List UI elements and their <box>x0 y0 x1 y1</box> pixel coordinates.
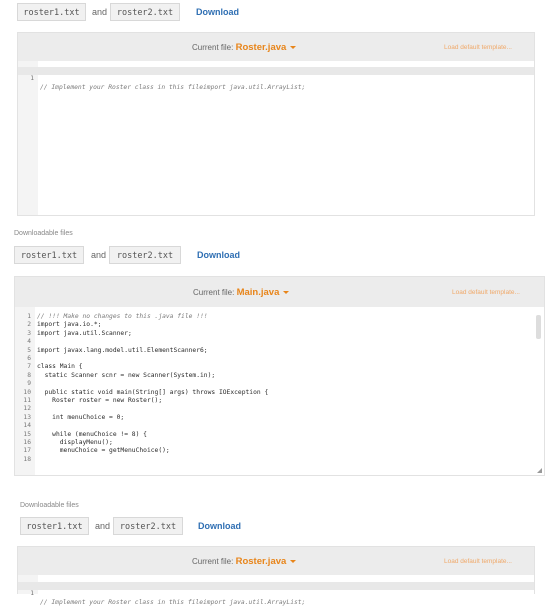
code-editor[interactable]: 1 // Implement your Roster class in this… <box>18 582 534 606</box>
line-number: 1 <box>27 313 31 320</box>
load-default-template-link[interactable]: Load default template... <box>444 44 512 51</box>
line-number: 8 <box>27 371 31 379</box>
code-line: 13 int menuChoice = 0; <box>15 414 544 422</box>
file-bar: Current file: Roster.java Load default t… <box>18 33 534 61</box>
line-number: 10 <box>23 388 31 396</box>
file-roster2-button[interactable]: roster2.txt <box>110 3 180 21</box>
line-text: // Implement your Roster class in this f… <box>40 83 306 91</box>
current-file-selector[interactable]: Current file: Roster.java <box>192 42 297 53</box>
line-number: 11 <box>23 397 31 404</box>
code-line: 8 static Scanner scnr = new Scanner(Syst… <box>15 372 544 380</box>
file-roster2-button[interactable]: roster2.txt <box>109 246 181 264</box>
file-roster1-button[interactable]: roster1.txt <box>17 3 86 21</box>
load-default-template-link[interactable]: Load default template... <box>452 289 520 296</box>
and-label: and <box>91 250 107 260</box>
current-file-label: Current file: <box>192 43 234 52</box>
code-line: 18 <box>15 456 544 464</box>
chevron-down-icon <box>283 291 290 295</box>
current-file-selector[interactable]: Current file: Main.java <box>193 287 290 298</box>
line-number: 6 <box>27 355 31 362</box>
current-file-name[interactable]: Roster.java <box>236 42 287 53</box>
line-number: 2 <box>27 321 31 329</box>
current-file-name[interactable]: Main.java <box>237 287 280 298</box>
line-number: 7 <box>27 363 31 371</box>
line-text: int menuChoice = 0; <box>37 413 125 421</box>
file-roster2-button[interactable]: roster2.txt <box>113 517 183 535</box>
code-line: 4 <box>15 338 544 346</box>
downloadable-files-heading: Downloadable files <box>14 230 73 237</box>
chevron-down-icon <box>290 560 297 564</box>
line-number: 17 <box>23 447 31 455</box>
and-label: and <box>95 521 111 531</box>
vertical-scrollbar[interactable] <box>536 315 541 339</box>
download-link[interactable]: Download <box>196 7 239 17</box>
line-text: import java.io.*; <box>37 321 102 329</box>
code-editor[interactable]: 1 // Implement your Roster class in this… <box>18 67 534 215</box>
load-default-template-link[interactable]: Load default template... <box>444 558 512 565</box>
code-line: 5 import javax.lang.model.util.ElementSca… <box>15 347 544 355</box>
code-line: 12 <box>15 405 544 413</box>
download-link[interactable]: Download <box>197 250 240 260</box>
line-number: 13 <box>23 413 31 421</box>
downloadable-files-heading: Downloadable files <box>20 502 79 509</box>
line-number: 15 <box>23 430 31 438</box>
code-line: 2 import java.io.*; <box>15 321 544 329</box>
line-text: static Scanner scnr = new Scanner(System… <box>37 371 216 379</box>
line-number: 14 <box>23 422 31 430</box>
line-number: 4 <box>27 338 31 346</box>
code-panel-roster: Current file: Roster.java Load default t… <box>17 546 535 606</box>
code-editor[interactable]: 1 // !!! Make no changes to this .java fi… <box>15 313 544 475</box>
line-text: // Implement your Roster class in this f… <box>40 598 306 606</box>
code-line: 3 import java.util.Scanner; <box>15 330 544 338</box>
line-text: Roster roster = new Roster(); <box>37 397 163 404</box>
file-roster1-button[interactable]: roster1.txt <box>20 517 89 535</box>
current-file-label: Current file: <box>193 288 235 297</box>
code-line: 1 // Implement your Roster class in this… <box>18 67 534 91</box>
line-text: class Main { <box>37 363 83 371</box>
code-line: 11 Roster roster = new Roster(); <box>15 397 544 405</box>
current-file-name[interactable]: Roster.java <box>236 556 287 567</box>
code-line: 6 <box>15 355 544 363</box>
line-number: 3 <box>27 329 31 337</box>
code-line: 14 <box>15 422 544 430</box>
code-line: 9 <box>15 380 544 388</box>
code-line: 15 while (menuChoice != 8) { <box>15 431 544 439</box>
download-link[interactable]: Download <box>198 521 241 531</box>
line-text: // !!! Make no changes to this .java fil… <box>37 313 208 320</box>
and-label: and <box>92 7 108 17</box>
current-file-selector[interactable]: Current file: Roster.java <box>192 556 297 567</box>
code-panel-roster: Current file: Roster.java Load default t… <box>17 32 535 216</box>
line-text: menuChoice = getMenuChoice(); <box>37 447 170 455</box>
line-text: displayMenu(); <box>37 439 113 446</box>
line-number: 12 <box>23 405 31 413</box>
code-line: 1 // !!! Make no changes to this .java fi… <box>15 313 544 321</box>
code-line: 17 menuChoice = getMenuChoice(); <box>15 447 544 455</box>
resize-handle-icon[interactable] <box>537 468 542 473</box>
line-number: 16 <box>23 439 31 446</box>
file-roster1-button[interactable]: roster1.txt <box>14 246 84 264</box>
line-number: 18 <box>23 455 31 463</box>
line-number: 9 <box>27 380 31 388</box>
file-bar: Current file: Roster.java Load default t… <box>18 547 534 575</box>
chevron-down-icon <box>290 46 297 50</box>
line-text: while (menuChoice != 8) { <box>37 430 147 438</box>
code-line: 7 class Main { <box>15 363 544 371</box>
code-panel-main: Current file: Main.java Load default tem… <box>14 276 545 476</box>
line-text: import java.util.Scanner; <box>37 329 132 337</box>
code-line: 10 public static void main(String[] args… <box>15 389 544 397</box>
line-number: 1 <box>30 590 34 598</box>
code-line: 16 displayMenu(); <box>15 439 544 447</box>
code-line: 1 // Implement your Roster class in this… <box>18 582 534 606</box>
line-number: 5 <box>27 346 31 354</box>
line-text: import javax.lang.model.util.ElementScan… <box>37 346 208 354</box>
line-number: 1 <box>30 75 34 83</box>
current-file-label: Current file: <box>192 557 234 566</box>
line-text: public static void main(String[] args) t… <box>37 388 269 396</box>
file-bar: Current file: Main.java Load default tem… <box>15 277 544 307</box>
